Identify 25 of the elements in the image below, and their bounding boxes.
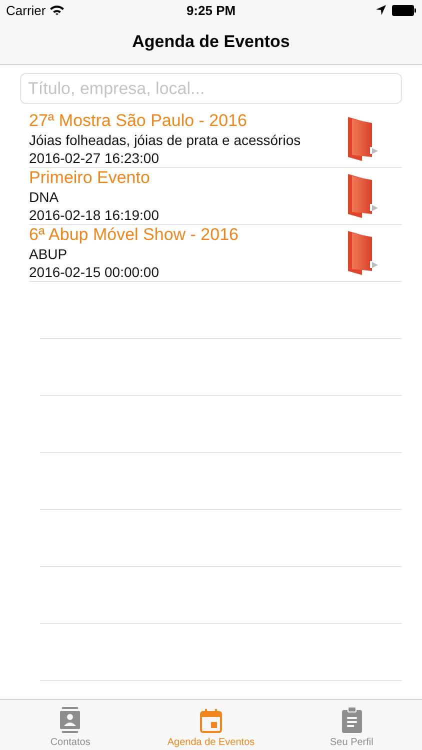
event-row[interactable]: 27ª Mostra São Paulo - 2016 Jóias folheadas, jóias de prata e acessórios 2016-02-27 16:23:00 — [29, 111, 402, 168]
event-date: 2016-02-27 16:23:00 — [29, 149, 160, 167]
event-subtitle: ABUP — [29, 245, 68, 263]
contact-card-icon — [60, 707, 80, 733]
folder-icon — [348, 174, 378, 218]
status-time: 9:25 PM — [186, 2, 236, 18]
event-date: 2016-02-18 16:19:00 — [29, 206, 160, 224]
folder-icon — [348, 231, 378, 275]
event-subtitle: Jóias folheadas, jóias de prata e acessórios — [29, 131, 302, 149]
event-title: Primeiro Evento — [29, 168, 151, 188]
carrier-label: Carrier — [6, 2, 46, 18]
battery-icon — [392, 4, 416, 16]
location-arrow-icon — [376, 5, 386, 15]
folder-icon — [348, 117, 378, 161]
clipboard-icon — [342, 707, 362, 733]
event-row[interactable]: 6ª Abup Móvel Show - 2016 ABUP 2016-02-15 00:00:00 — [29, 225, 402, 282]
nav-title: Agenda de Eventos — [132, 32, 290, 52]
event-subtitle: DNA — [29, 188, 60, 206]
event-title: 27ª Mostra São Paulo - 2016 — [29, 111, 248, 131]
calendar-icon — [200, 709, 222, 733]
event-row[interactable]: Primeiro Evento DNA 2016-02-18 16:19:00 — [29, 168, 402, 225]
wifi-icon — [50, 5, 64, 15]
event-title: 6ª Abup Móvel Show - 2016 — [29, 225, 240, 245]
event-date: 2016-02-15 00:00:00 — [29, 263, 160, 281]
search-field[interactable]: Título, empresa, local... — [20, 73, 402, 104]
